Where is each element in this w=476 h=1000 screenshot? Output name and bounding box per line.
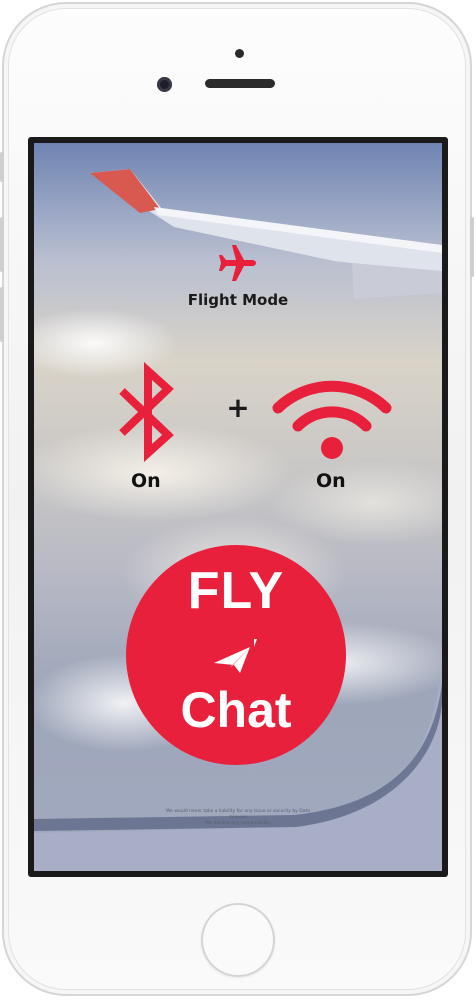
disclaimer-line-3: We decline any responsibility: [205, 821, 271, 826]
logo-chat-text: Chat: [180, 682, 292, 738]
wifi-icon[interactable]: [270, 368, 394, 463]
bluetooth-icon[interactable]: [114, 361, 184, 471]
power-button: [470, 217, 474, 277]
flight-mode-label: Flight Mode: [187, 291, 289, 309]
paper-plane-icon: [214, 639, 257, 673]
logo-fly-text: FLY: [187, 562, 285, 620]
earpiece-speaker: [205, 79, 275, 88]
fly-chat-logo-button[interactable]: FLY Chat: [126, 545, 346, 765]
front-camera: [157, 77, 172, 92]
bluetooth-status-label: On: [131, 470, 161, 492]
mute-switch: [0, 152, 4, 182]
wifi-status-label: On: [316, 470, 346, 492]
disclaimer-text: We would never take a liability for any …: [158, 809, 318, 827]
volume-up-button: [0, 217, 4, 272]
app-screen: Flight Mode + On On FLY Chat We would ne…: [34, 143, 442, 871]
airplane-icon: [219, 245, 256, 281]
home-button[interactable]: [201, 903, 275, 977]
plus-sign: +: [226, 391, 250, 424]
volume-down-button: [0, 287, 4, 342]
proximity-sensor: [235, 49, 244, 58]
